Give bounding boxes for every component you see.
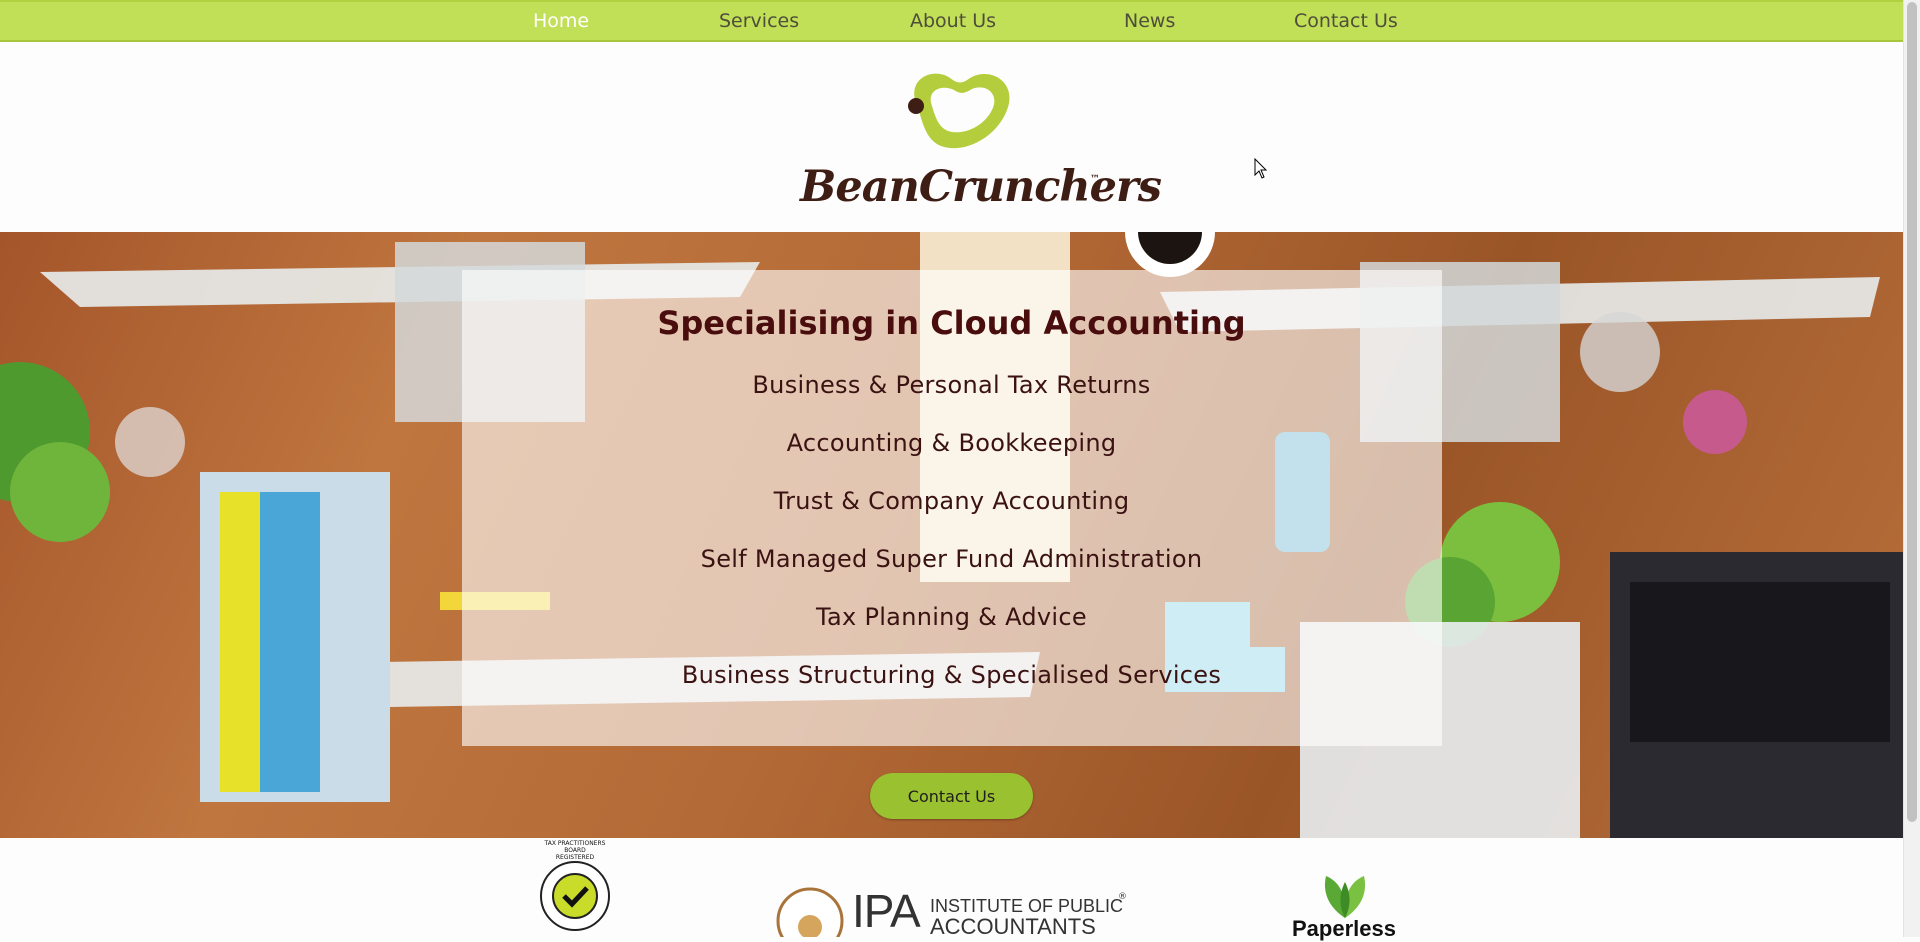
service-item: Self Managed Super Fund Administration xyxy=(700,545,1203,573)
hero-banner: Specialising in Cloud Accounting Busines… xyxy=(0,232,1903,838)
nav-about-us[interactable]: About Us xyxy=(910,10,996,32)
ipa-registered-mark: ® xyxy=(1118,892,1127,902)
tpb-label: TAX PRACTITIONERS BOARD REGISTERED xyxy=(544,840,606,861)
tax-practitioners-board-icon[interactable] xyxy=(539,860,611,932)
service-item: Tax Planning & Advice xyxy=(816,603,1087,631)
paperless-logo[interactable]: Paperless xyxy=(1292,916,1396,942)
accreditation-strip: TAX PRACTITIONERS BOARD REGISTERED IPA I… xyxy=(0,838,1903,941)
nav-services[interactable]: Services xyxy=(719,10,799,32)
bean-icon xyxy=(908,73,1010,149)
brand-logo[interactable]: BeanCrunchers ™ xyxy=(800,70,1162,220)
logo-trademark: ™ xyxy=(1090,174,1100,185)
nav-contact-us[interactable]: Contact Us xyxy=(1294,10,1398,32)
scrollbar-thumb[interactable] xyxy=(1907,2,1917,822)
ipa-crest-icon xyxy=(776,887,844,937)
contact-us-button[interactable]: Contact Us xyxy=(870,773,1033,819)
service-item: Accounting & Bookkeeping xyxy=(786,429,1117,457)
vertical-scrollbar[interactable] xyxy=(1903,0,1920,937)
service-item: Business & Personal Tax Returns xyxy=(752,371,1151,399)
ipa-wordmark[interactable]: IPA xyxy=(852,884,921,938)
nav-news[interactable]: News xyxy=(1124,10,1175,32)
ipa-line2: ACCOUNTANTS xyxy=(930,914,1096,939)
nav-home[interactable]: Home xyxy=(533,10,589,32)
leaf-icon xyxy=(1324,876,1366,918)
service-item: Trust & Company Accounting xyxy=(773,487,1130,515)
service-item: Business Structuring & Specialised Servi… xyxy=(681,661,1222,689)
logo-wordmark: BeanCrunchers xyxy=(800,162,1162,212)
hero-title: Specialising in Cloud Accounting xyxy=(657,304,1246,342)
mouse-cursor-icon xyxy=(1254,158,1268,179)
top-navigation: Home Services About Us News Contact Us xyxy=(0,0,1903,42)
